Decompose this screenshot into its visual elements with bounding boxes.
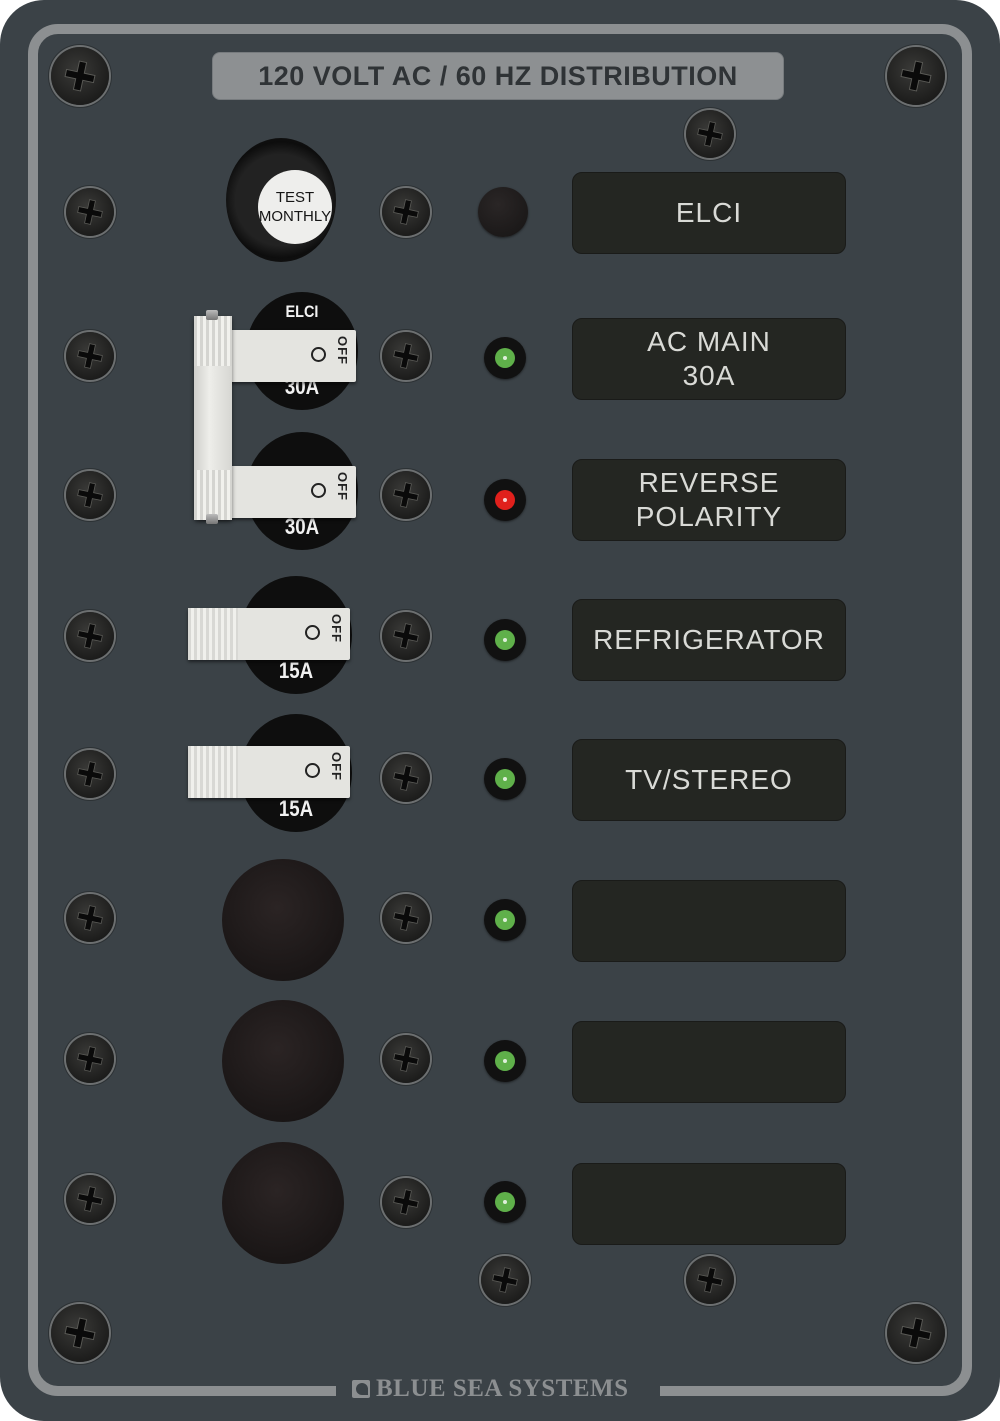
label-line1: TV/STEREO bbox=[625, 764, 793, 795]
screw-icon bbox=[382, 471, 430, 519]
screw-icon bbox=[382, 332, 430, 380]
off-text: OFF bbox=[329, 614, 344, 643]
blank-breaker-plug bbox=[222, 1000, 344, 1122]
indicator-led-blank bbox=[484, 899, 526, 941]
phillips-cross-icon bbox=[77, 905, 103, 931]
breaker-top-text: ELCI bbox=[285, 302, 319, 321]
phillips-cross-icon bbox=[77, 343, 103, 369]
phillips-cross-icon bbox=[77, 623, 103, 649]
screw-icon bbox=[686, 1256, 734, 1304]
breaker-rating: 15A bbox=[278, 658, 314, 683]
screw-icon bbox=[66, 1035, 114, 1083]
tie-pin bbox=[206, 310, 218, 320]
label-line2: 30A bbox=[682, 360, 736, 391]
brand-name: BLUE SEA SYSTEMS bbox=[376, 1375, 629, 1402]
distribution-panel: BLUE SEA SYSTEMS 120 VOLT AC / 60 HZ DIS… bbox=[0, 0, 1000, 1421]
phillips-cross-icon bbox=[900, 60, 932, 92]
circuit-label-ac-main: AC MAIN 30A bbox=[572, 318, 846, 400]
circuit-label-tv-stereo: TV/STEREO bbox=[572, 739, 846, 821]
phillips-cross-icon bbox=[77, 1046, 103, 1072]
phillips-cross-icon bbox=[393, 765, 419, 791]
indicator-led-ac-main bbox=[484, 337, 526, 379]
circuit-label-blank bbox=[572, 1163, 846, 1245]
phillips-cross-icon bbox=[900, 1317, 932, 1349]
circuit-label-elci: ELCI bbox=[572, 172, 846, 254]
label-line2: POLARITY bbox=[635, 501, 783, 532]
screw-icon bbox=[382, 894, 430, 942]
phillips-cross-icon bbox=[64, 60, 96, 92]
panel-title: 120 VOLT AC / 60 HZ DISTRIBUTION bbox=[212, 52, 784, 100]
circuit-label-reverse-polarity: REVERSE POLARITY bbox=[572, 459, 846, 541]
toggle-refrigerator[interactable]: OFF bbox=[188, 608, 350, 660]
brand-mark-icon bbox=[352, 1380, 370, 1398]
screw-icon bbox=[382, 1035, 430, 1083]
label-line1: REVERSE bbox=[638, 467, 780, 498]
screw-icon bbox=[382, 1178, 430, 1226]
screw-icon bbox=[66, 894, 114, 942]
phillips-cross-icon bbox=[492, 1267, 518, 1293]
screw-icon bbox=[51, 47, 109, 105]
off-text: OFF bbox=[335, 472, 350, 501]
blank-breaker-plug bbox=[222, 859, 344, 981]
tie-pin bbox=[206, 514, 218, 524]
indicator-led-reverse-polarity bbox=[484, 479, 526, 521]
phillips-cross-icon bbox=[77, 761, 103, 787]
off-circle-icon bbox=[311, 347, 326, 362]
circuit-label-blank bbox=[572, 1021, 846, 1103]
screw-icon bbox=[66, 750, 114, 798]
breaker-rating: 15A bbox=[278, 796, 314, 821]
toggle-tv-stereo[interactable]: OFF bbox=[188, 746, 350, 798]
elci-test-button[interactable]: TEST MONTHLY bbox=[258, 170, 332, 244]
off-text: OFF bbox=[329, 752, 344, 781]
phillips-cross-icon bbox=[77, 199, 103, 225]
phillips-cross-icon bbox=[697, 1267, 723, 1293]
brand-logo: BLUE SEA SYSTEMS bbox=[352, 1374, 629, 1404]
elci-indicator-led-off bbox=[478, 187, 528, 237]
screw-icon bbox=[382, 612, 430, 660]
screw-icon bbox=[887, 1304, 945, 1362]
phillips-cross-icon bbox=[697, 121, 723, 147]
off-text: OFF bbox=[335, 336, 350, 365]
indicator-led-refrigerator bbox=[484, 619, 526, 661]
breaker-handle-tie bbox=[194, 316, 232, 520]
off-circle-icon bbox=[305, 763, 320, 778]
screw-icon bbox=[382, 754, 430, 802]
circuit-label-blank bbox=[572, 880, 846, 962]
phillips-cross-icon bbox=[64, 1317, 96, 1349]
phillips-cross-icon bbox=[77, 482, 103, 508]
phillips-cross-icon bbox=[393, 1189, 419, 1215]
test-button-line2: MONTHLY bbox=[258, 208, 332, 225]
screw-icon bbox=[887, 47, 945, 105]
screw-icon bbox=[66, 612, 114, 660]
phillips-cross-icon bbox=[393, 482, 419, 508]
toggle-grip bbox=[188, 608, 238, 660]
off-circle-icon bbox=[305, 625, 320, 640]
circuit-label-refrigerator: REFRIGERATOR bbox=[572, 599, 846, 681]
blank-breaker-plug bbox=[222, 1142, 344, 1264]
label-line1: ELCI bbox=[675, 197, 743, 228]
indicator-led-tv-stereo bbox=[484, 758, 526, 800]
screw-icon bbox=[66, 471, 114, 519]
label-line1: AC MAIN bbox=[647, 326, 771, 357]
screw-icon bbox=[686, 110, 734, 158]
indicator-led-blank bbox=[484, 1181, 526, 1223]
phillips-cross-icon bbox=[393, 343, 419, 369]
screw-icon bbox=[481, 1256, 529, 1304]
phillips-cross-icon bbox=[393, 623, 419, 649]
phillips-cross-icon bbox=[393, 1046, 419, 1072]
phillips-cross-icon bbox=[393, 905, 419, 931]
screw-icon bbox=[382, 188, 430, 236]
screw-icon bbox=[66, 1175, 114, 1223]
phillips-cross-icon bbox=[393, 199, 419, 225]
screw-icon bbox=[51, 1304, 109, 1362]
off-circle-icon bbox=[311, 483, 326, 498]
phillips-cross-icon bbox=[77, 1186, 103, 1212]
test-button-line1: TEST bbox=[275, 189, 315, 206]
toggle-grip bbox=[188, 746, 238, 798]
indicator-led-blank bbox=[484, 1040, 526, 1082]
label-line1: REFRIGERATOR bbox=[593, 624, 825, 655]
screw-icon bbox=[66, 188, 114, 236]
screw-icon bbox=[66, 332, 114, 380]
